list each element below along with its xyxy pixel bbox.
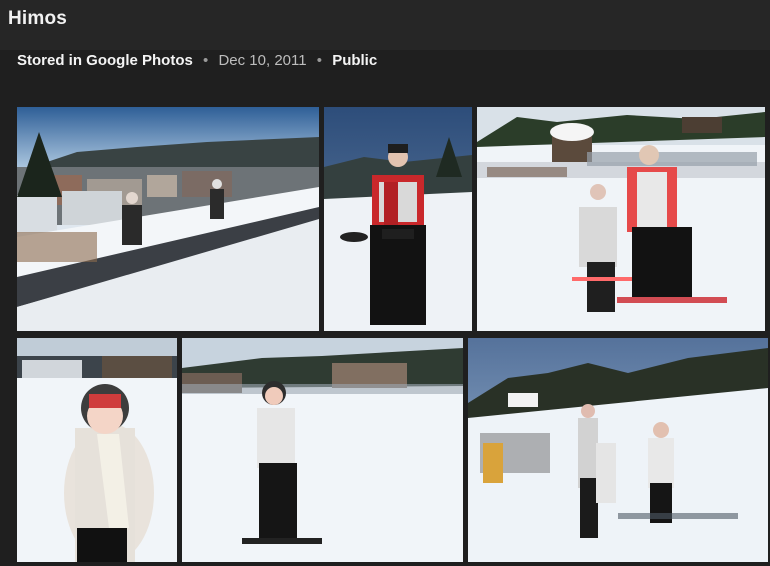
photo-grid [0, 0, 770, 566]
photo-5-image [182, 338, 463, 562]
photo-5[interactable] [182, 338, 463, 562]
photo-3[interactable] [477, 107, 765, 331]
photo-6[interactable] [468, 338, 768, 562]
photo-2-image [324, 107, 472, 331]
photo-3-image [477, 107, 765, 331]
photo-4[interactable] [17, 338, 177, 562]
photo-1[interactable] [17, 107, 319, 331]
photo-1-image [17, 107, 319, 331]
photo-6-image [468, 338, 768, 562]
photo-4-image [17, 338, 177, 562]
photo-2[interactable] [324, 107, 472, 331]
